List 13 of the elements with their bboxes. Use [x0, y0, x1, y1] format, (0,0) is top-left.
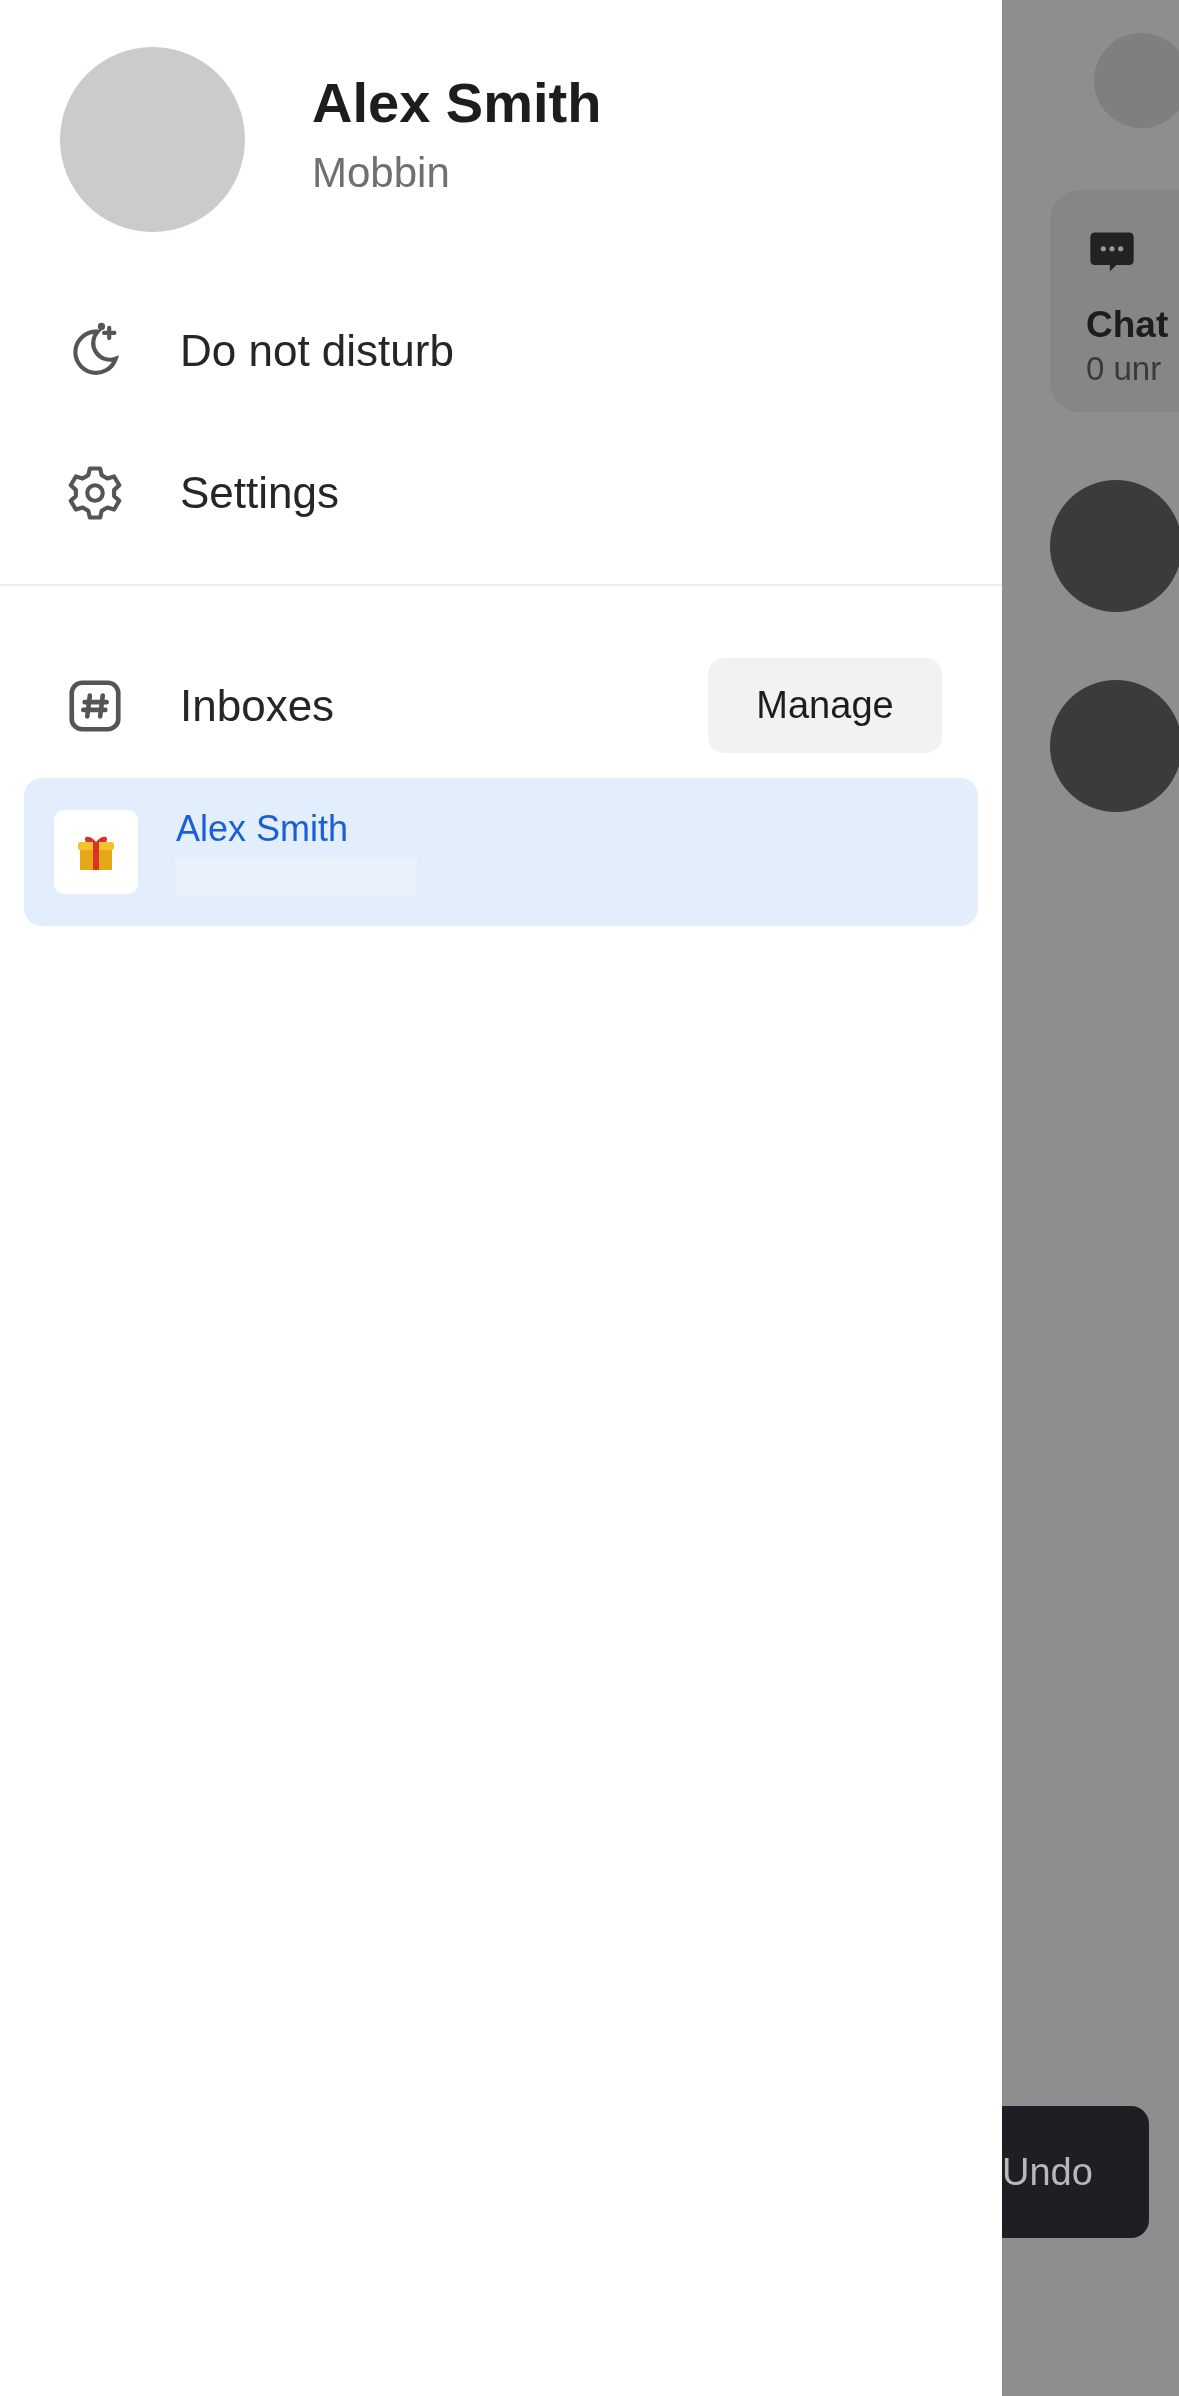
manage-button[interactable]: Manage	[708, 658, 942, 753]
profile-name: Alex Smith	[312, 70, 602, 135]
organization-name: Mobbin	[312, 149, 451, 197]
card-title: Chat	[1086, 304, 1170, 346]
gift-icon	[54, 810, 138, 894]
menu-item[interactable]: Do not disturb	[0, 280, 1002, 422]
inbox-name: Alex Smith	[176, 808, 350, 850]
inbox-item[interactable]: Alex Smith	[24, 778, 978, 926]
menu-item[interactable]: Settings	[0, 422, 1002, 564]
card-subtitle: 0 unr	[1086, 350, 1163, 388]
undo-button[interactable]: Undo	[1002, 2106, 1149, 2238]
inboxes-heading: Inboxes	[180, 680, 336, 731]
chats-card[interactable]: Chat 0 unr	[1050, 190, 1179, 412]
